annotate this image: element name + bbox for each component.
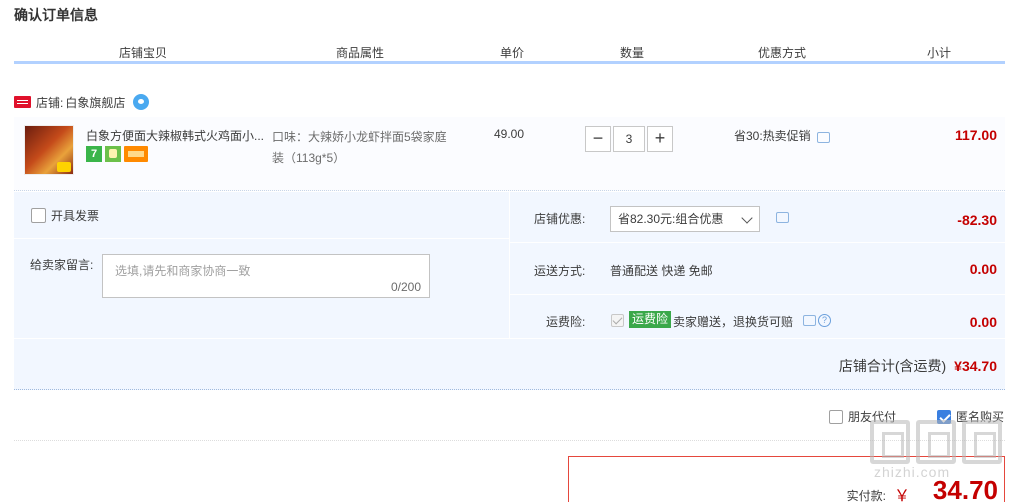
watermark: zhizhi.com	[866, 420, 1006, 480]
quantity-increase-button[interactable]: +	[647, 126, 673, 152]
panel-divider	[509, 294, 1005, 295]
chevron-down-icon	[741, 212, 753, 224]
shop-total-label: 店铺合计(含运费)	[838, 358, 947, 374]
shop-header: 店铺: 白象旗舰店	[14, 92, 150, 112]
col-attributes: 商品属性	[336, 46, 385, 60]
card-icon[interactable]	[124, 146, 148, 162]
shop-discount-select[interactable]: 省82.30元:组合优惠	[610, 206, 760, 232]
watermark-glyph	[962, 420, 1002, 464]
shipping-label: 运送方式:	[534, 264, 586, 278]
char-counter: 0/200	[390, 280, 421, 294]
panel-divider	[14, 338, 1005, 339]
service-badges: 7	[86, 146, 148, 162]
col-shop-item: 店铺宝贝	[119, 46, 168, 60]
seller-message-placeholder: 选填,请先和商家协商一致	[115, 264, 251, 278]
insurance-tag: 运费险	[629, 311, 672, 328]
payment-label: 实付款:	[846, 489, 886, 502]
seven-day-return-icon[interactable]: 7	[86, 146, 102, 162]
shipping-amount: 0.00	[969, 261, 997, 277]
shop-total-amount: ¥34.70	[954, 358, 997, 374]
order-item-row: 白象方便面大辣椒韩式火鸡面小... 7 口味：大辣娇小龙虾拌面5袋家庭装（113…	[14, 117, 1005, 191]
comment-icon[interactable]	[803, 315, 816, 326]
insurance-checkbox	[611, 314, 624, 327]
page-title: 确认订单信息	[14, 7, 98, 23]
quantity-input[interactable]: 3	[613, 126, 645, 152]
panel-divider	[14, 238, 509, 239]
seller-message-input[interactable]: 选填,请先和商家协商一致 0/200	[102, 254, 430, 298]
promotion-text: 省30:热卖促销	[734, 129, 811, 143]
shop-discount-value: 省82.30元:组合优惠	[618, 212, 724, 226]
watermark-glyph	[870, 420, 910, 464]
comment-icon[interactable]	[816, 132, 830, 143]
invoice-checkbox[interactable]	[31, 208, 46, 223]
panel-divider	[509, 242, 1005, 243]
wangwang-chat-icon[interactable]	[133, 94, 150, 110]
product-title-link[interactable]: 白象方便面大辣椒韩式火鸡面小...	[86, 127, 266, 144]
invoice-option[interactable]: 开具发票	[31, 207, 99, 224]
insurance-label: 运费险:	[546, 315, 586, 329]
gift-icon[interactable]	[105, 146, 121, 162]
item-subtotal: 117.00	[954, 127, 997, 143]
col-unit-price: 单价	[500, 46, 525, 60]
quantity-stepper: − 3 +	[585, 126, 673, 152]
insurance-amount: 0.00	[969, 314, 997, 330]
shop-total: 店铺合计(含运费) ¥34.70	[839, 356, 997, 376]
order-options-panel: 开具发票 给卖家留言: 选填,请先和商家协商一致 0/200 店铺优惠: 省82…	[14, 192, 1005, 390]
insurance-text: 卖家赠送，退换货可赔	[673, 315, 794, 329]
shop-discount-amount: -82.30	[957, 212, 997, 228]
product-thumbnail[interactable]	[24, 125, 74, 175]
col-subtotal: 小计	[927, 46, 952, 60]
tmall-icon	[14, 96, 31, 108]
shipping-method: 普通配送 快递 免邮	[610, 264, 713, 278]
invoice-label: 开具发票	[51, 209, 100, 223]
watermark-text: zhizhi.com	[874, 464, 951, 480]
comment-icon[interactable]	[776, 212, 789, 223]
panel-divider	[509, 192, 510, 338]
shop-label: 店铺:	[36, 95, 64, 110]
unit-price: 49.00	[494, 127, 525, 141]
help-icon[interactable]: ?	[818, 314, 831, 327]
col-discount: 优惠方式	[758, 46, 807, 60]
watermark-glyph	[916, 420, 956, 464]
promotion: 省30:热卖促销	[734, 127, 830, 144]
column-header: 店铺宝贝 商品属性 单价 数量 优惠方式 小计	[14, 40, 1005, 64]
col-quantity: 数量	[620, 46, 645, 60]
seller-message-label: 给卖家留言:	[30, 258, 94, 272]
shop-discount-label: 店铺优惠:	[534, 212, 586, 226]
friend-pay-checkbox[interactable]	[829, 409, 843, 424]
shop-name-link[interactable]: 白象旗舰店	[65, 94, 125, 111]
product-attribute: 口味：大辣娇小龙虾拌面5袋家庭装（113g*5）	[272, 130, 447, 165]
currency-symbol: ￥	[893, 488, 910, 502]
divider	[14, 440, 1005, 441]
quantity-decrease-button[interactable]: −	[585, 126, 611, 152]
